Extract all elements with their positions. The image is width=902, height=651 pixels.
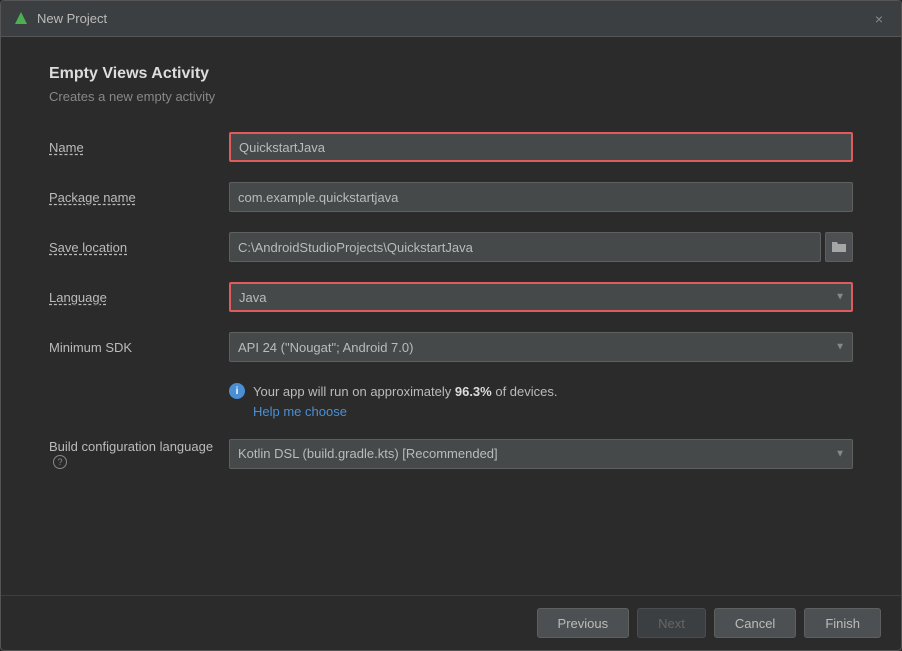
dialog-content: Empty Views Activity Creates a new empty… (1, 37, 901, 595)
minimum-sdk-select[interactable]: API 24 ("Nougat"; Android 7.0) API 21 ("… (229, 332, 853, 362)
info-content: Your app will run on approximately 96.3%… (253, 382, 558, 419)
info-text-before: Your app will run on approximately (253, 384, 455, 399)
section-subtitle: Creates a new empty activity (49, 89, 853, 104)
build-config-help-icon[interactable]: ? (53, 455, 67, 469)
minimum-sdk-control: API 24 ("Nougat"; Android 7.0) API 21 ("… (229, 332, 853, 362)
language-row: Language Java Kotlin ▼ (49, 282, 853, 312)
minimum-sdk-select-wrapper: API 24 ("Nougat"; Android 7.0) API 21 ("… (229, 332, 853, 362)
info-text-after: of devices. (492, 384, 558, 399)
build-config-select[interactable]: Kotlin DSL (build.gradle.kts) [Recommend… (229, 439, 853, 469)
language-select-wrapper: Java Kotlin ▼ (229, 282, 853, 312)
name-label: Name (49, 140, 229, 155)
save-location-label-text: Save location (49, 240, 127, 255)
package-name-label-text: Package name (49, 190, 136, 205)
info-row: i Your app will run on approximately 96.… (49, 382, 853, 419)
info-icon: i (229, 383, 245, 399)
build-config-label: Build configuration language ? (49, 439, 229, 470)
minimum-sdk-label-text: Minimum SDK (49, 340, 132, 355)
name-row: Name (49, 132, 853, 162)
info-text: Your app will run on approximately 96.3%… (253, 384, 558, 399)
language-select[interactable]: Java Kotlin (229, 282, 853, 312)
finish-button[interactable]: Finish (804, 608, 881, 638)
language-label: Language (49, 290, 229, 305)
save-location-label: Save location (49, 240, 229, 255)
build-config-select-wrapper: Kotlin DSL (build.gradle.kts) [Recommend… (229, 439, 853, 469)
folder-browse-button[interactable] (825, 232, 853, 262)
name-input[interactable] (229, 132, 853, 162)
package-name-label: Package name (49, 190, 229, 205)
title-bar: New Project × (1, 1, 901, 37)
language-control: Java Kotlin ▼ (229, 282, 853, 312)
android-studio-icon (13, 11, 29, 27)
package-name-control (229, 182, 853, 212)
name-control (229, 132, 853, 162)
minimum-sdk-row: Minimum SDK API 24 ("Nougat"; Android 7.… (49, 332, 853, 362)
dialog-footer: Previous Next Cancel Finish (1, 595, 901, 650)
save-location-control (229, 232, 853, 262)
section-title: Empty Views Activity (49, 65, 853, 83)
dialog-title: New Project (37, 11, 869, 26)
next-button: Next (637, 608, 706, 638)
save-location-row: Save location (49, 232, 853, 262)
help-me-choose-link[interactable]: Help me choose (253, 404, 558, 419)
save-location-input[interactable] (229, 232, 821, 262)
minimum-sdk-label: Minimum SDK (49, 340, 229, 355)
name-label-text: Name (49, 140, 84, 155)
cancel-button[interactable]: Cancel (714, 608, 796, 638)
close-button[interactable]: × (869, 9, 889, 29)
previous-button[interactable]: Previous (537, 608, 630, 638)
build-config-control: Kotlin DSL (build.gradle.kts) [Recommend… (229, 439, 853, 469)
package-name-row: Package name (49, 182, 853, 212)
language-label-text: Language (49, 290, 107, 305)
package-name-input[interactable] (229, 182, 853, 212)
info-highlight: 96.3% (455, 384, 492, 399)
build-config-label-text: Build configuration language (49, 439, 213, 454)
save-location-input-group (229, 232, 853, 262)
build-config-row: Build configuration language ? Kotlin DS… (49, 439, 853, 470)
new-project-dialog: New Project × Empty Views Activity Creat… (0, 0, 902, 651)
